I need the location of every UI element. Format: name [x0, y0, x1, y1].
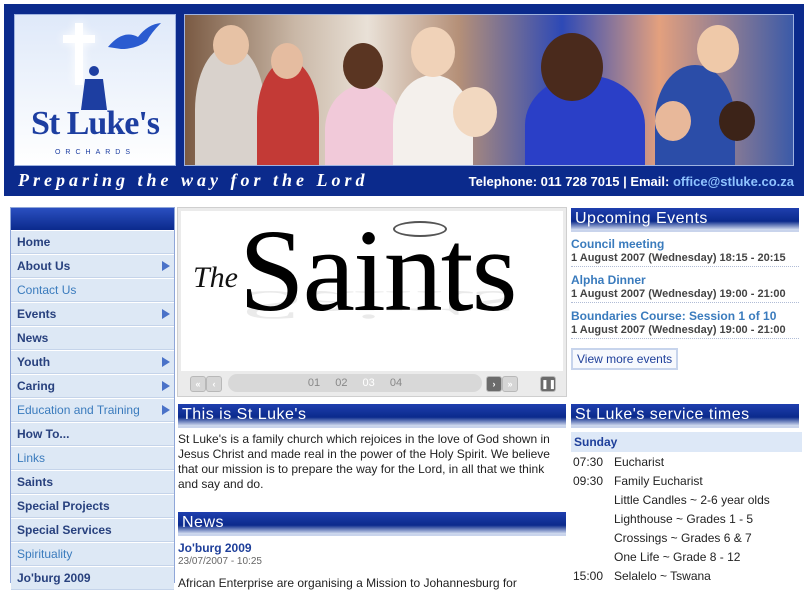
slide-page-link-active[interactable]: 03 [363, 377, 375, 389]
slide-page-link[interactable]: 04 [390, 377, 402, 389]
nav-item-label: Jo'burg 2009 [17, 571, 91, 585]
nav-item-events[interactable]: Events [11, 302, 174, 326]
nav-item-saints[interactable]: Saints [11, 470, 174, 494]
contact-info: Telephone: 011 728 7015 | Email: office@… [469, 174, 794, 189]
nav-item-label: Spirituality [17, 547, 73, 561]
nav-item-about-us[interactable]: About Us [11, 254, 174, 278]
event-title[interactable]: Alpha Dinner [571, 273, 799, 287]
service-time: 09:30 [573, 474, 604, 488]
submenu-arrow-icon [162, 357, 170, 367]
nav-item-home[interactable]: Home [11, 230, 174, 254]
event-date: 1 August 2007 (Wednesday) 19:00 - 21:00 [571, 288, 786, 300]
event-title[interactable]: Council meeting [571, 237, 799, 251]
pause-button[interactable]: ❚❚ [540, 376, 556, 392]
event-date: 1 August 2007 (Wednesday) 19:00 - 21:00 [571, 324, 786, 336]
service-name: Family Eucharist [614, 474, 703, 488]
sidebar-header-bar [11, 208, 174, 230]
service-time: 07:30 [573, 455, 604, 469]
slide-image[interactable]: The Saints Saints [181, 211, 563, 371]
nav-item-education-and-training[interactable]: Education and Training [11, 398, 174, 422]
nav-item-links[interactable]: Links [11, 446, 174, 470]
slide-pager: 01 02 03 04 [228, 374, 482, 392]
news-item-title[interactable]: Jo'burg 2009 [178, 541, 252, 555]
logo-name: St Luke's [31, 105, 160, 142]
nav-item-label: Youth [17, 355, 51, 369]
event-item: Council meeting 1 August 2007 (Wednesday… [571, 237, 799, 267]
submenu-arrow-icon [162, 261, 170, 271]
nav-item-label: About Us [17, 259, 71, 273]
nav-item-label: Links [17, 451, 46, 465]
previous-slide-button[interactable]: ‹ [206, 376, 222, 392]
site-tagline: Preparing the way for the Lord [18, 170, 369, 190]
events-heading: Upcoming Events [571, 208, 799, 232]
event-date: 1 August 2007 (Wednesday) 18:15 - 20:15 [571, 252, 786, 264]
service-name: Selalelo ~ Tswana [614, 569, 711, 583]
site-header: St Luke's ORCHARDS Preparing the way for… [4, 4, 804, 196]
submenu-arrow-icon [162, 381, 170, 391]
nav-item-joburg-2009[interactable]: Jo'burg 2009 [11, 566, 174, 590]
logo-subtitle: ORCHARDS [54, 149, 136, 156]
church-logo[interactable]: St Luke's ORCHARDS [14, 14, 176, 166]
nav-item-special-projects[interactable]: Special Projects [11, 494, 174, 518]
saint-figure-icon [81, 66, 107, 110]
nav-item-special-services[interactable]: Special Services [11, 518, 174, 542]
nav-item-label: Events [17, 307, 57, 321]
dove-icon [108, 23, 161, 49]
nav-item-label: How To... [17, 427, 70, 441]
nav-item-news[interactable]: News [11, 326, 174, 350]
nav-item-how-to[interactable]: How To... [11, 422, 174, 446]
service-times-heading: St Luke's service times [571, 404, 799, 428]
submenu-arrow-icon [162, 405, 170, 415]
nav-item-label: Home [17, 235, 51, 249]
service-name: Eucharist [614, 455, 665, 469]
nav-item-youth[interactable]: Youth [11, 350, 174, 374]
view-more-events-button[interactable]: View more events [571, 348, 679, 370]
event-title[interactable]: Boundaries Course: Session 1 of 10 [571, 309, 799, 323]
nav-item-label: News [17, 331, 49, 345]
sidebar-nav: Home About Us Contact Us Events News You… [10, 207, 175, 590]
service-name: Little Candles ~ 2-6 year olds [614, 493, 770, 507]
featured-slideshow: The Saints Saints « ‹ 01 02 03 04 › » ❚❚ [177, 207, 567, 397]
nav-item-label: Saints [17, 475, 54, 489]
nav-item-label: Special Projects [17, 499, 110, 513]
telephone-text: Telephone: 011 728 7015 | Email: [468, 174, 673, 189]
slide-page-link[interactable]: 01 [308, 377, 320, 389]
event-item: Alpha Dinner 1 August 2007 (Wednesday) 1… [571, 273, 799, 303]
news-heading: News [178, 512, 566, 536]
nav-item-spirituality[interactable]: Spirituality [11, 542, 174, 566]
about-text: St Luke's is a family church which rejoi… [178, 432, 550, 491]
slide-title-prefix: The [193, 261, 238, 294]
news-item-text: African Enterprise are organising a Miss… [178, 576, 517, 590]
next-slide-button[interactable]: › [486, 376, 502, 392]
event-item: Boundaries Course: Session 1 of 10 1 Aug… [571, 309, 799, 339]
first-slide-button[interactable]: « [190, 376, 206, 392]
nav-item-label: Caring [17, 379, 56, 393]
last-slide-button[interactable]: » [502, 376, 518, 392]
nav-item-caring[interactable]: Caring [11, 374, 174, 398]
email-link[interactable]: office@stluke.co.za [673, 174, 794, 189]
nav-item-label: Contact Us [17, 283, 77, 297]
news-item-date: 23/07/2007 - 10:25 [178, 556, 262, 567]
nav-item-label: Education and Training [17, 403, 140, 417]
service-time: 15:00 [573, 569, 604, 583]
service-name: Lighthouse ~ Grades 1 - 5 [614, 512, 754, 526]
service-name: Crossings ~ Grades 6 & 7 [614, 531, 752, 545]
about-heading: This is St Luke's [178, 404, 566, 428]
submenu-arrow-icon [162, 309, 170, 319]
slide-title-reflection: Saints [239, 282, 516, 329]
congregation-photo [184, 14, 794, 166]
nav-item-contact-us[interactable]: Contact Us [11, 278, 174, 302]
slide-page-link[interactable]: 02 [335, 377, 347, 389]
nav-item-label: Special Services [17, 523, 112, 537]
cross-bar [63, 35, 95, 43]
service-day-label: Sunday [571, 432, 802, 452]
service-name: One Life ~ Grade 8 - 12 [614, 550, 741, 564]
